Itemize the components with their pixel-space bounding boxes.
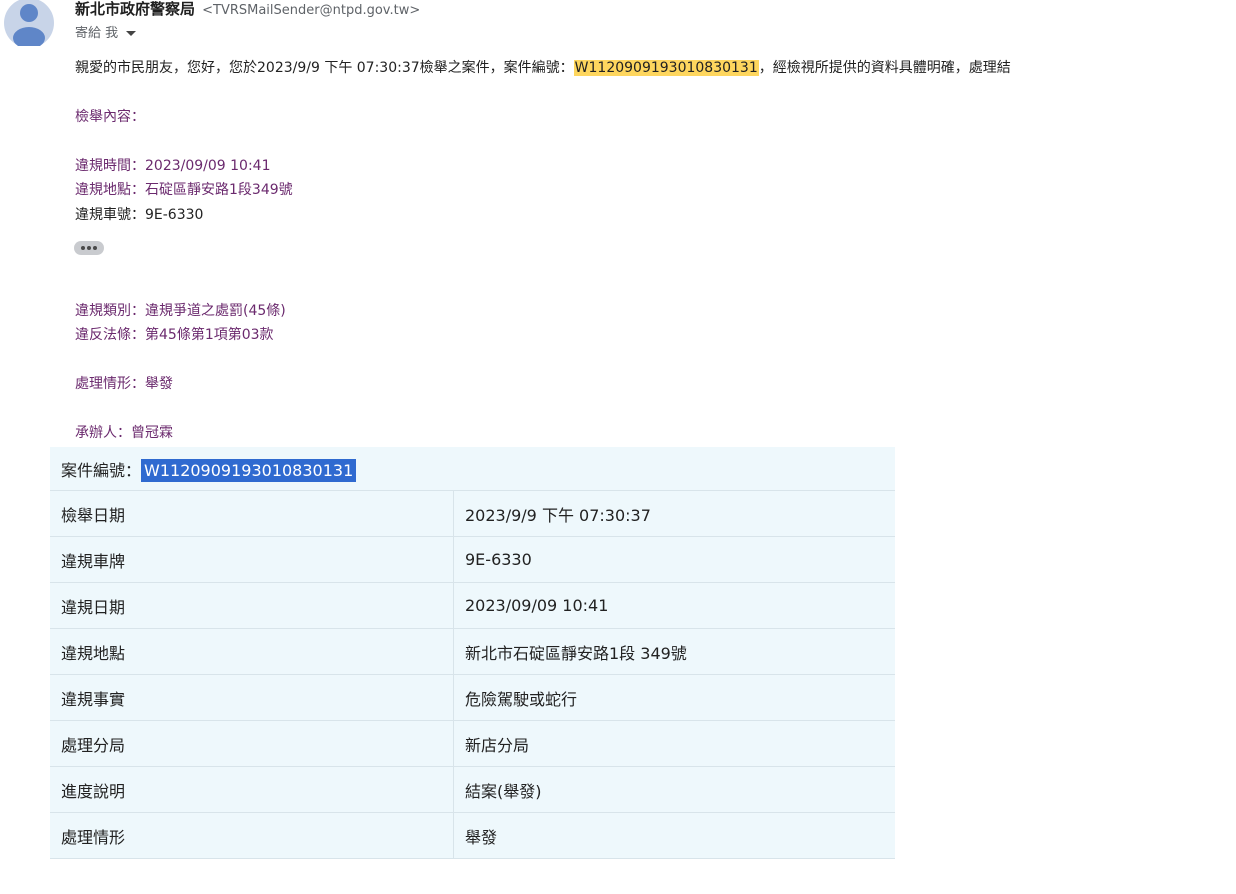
row-label: 違規日期 xyxy=(50,582,454,629)
table-row: 處理分局 新店分局 xyxy=(50,720,895,767)
case-number-label: 案件編號： xyxy=(61,460,142,480)
chevron-down-icon[interactable] xyxy=(126,31,137,36)
table-row: 檢舉日期 2023/9/9 下午 07:30:37 xyxy=(50,490,895,537)
show-trimmed-content-button[interactable] xyxy=(74,241,104,255)
row-label: 違規事實 xyxy=(50,674,454,721)
row-label: 處理情形 xyxy=(50,812,454,859)
sender-avatar-icon[interactable] xyxy=(4,0,54,46)
sender-email: <TVRSMailSender@ntpd.gov.tw> xyxy=(202,3,421,18)
violation-category: 違規類別：違規爭道之處罰(45條) xyxy=(75,303,286,319)
row-value: 9E-6330 xyxy=(453,536,895,583)
case-table: 案件編號： W1120909193010830131 檢舉日期 2023/9/9 … xyxy=(50,447,895,859)
highlighted-case-number: W1120909193010830131 xyxy=(573,60,759,76)
row-value: 危險駕駛或蛇行 xyxy=(453,674,895,721)
recipient-label: 寄給 我 xyxy=(75,26,119,41)
report-heading: 檢舉內容： xyxy=(75,109,145,125)
table-row: 違規車牌 9E-6330 xyxy=(50,536,895,583)
row-value: 2023/9/9 下午 07:30:37 xyxy=(453,490,895,537)
intro-after: ，經檢視所提供的資料具體明確，處理結 xyxy=(758,60,1011,76)
row-value: 2023/09/09 10:41 xyxy=(453,582,895,629)
table-row: 違規地點 新北市石碇區靜安路1段 349號 xyxy=(50,628,895,675)
dot-icon xyxy=(81,246,85,250)
table-row: 處理情形 舉發 xyxy=(50,812,895,859)
case-number-cell: 案件編號： W1120909193010830131 xyxy=(50,447,895,491)
sender-line: 新北市政府警察局 <TVRSMailSender@ntpd.gov.tw> xyxy=(75,0,420,20)
table-row: 違規事實 危險駕駛或蛇行 xyxy=(50,674,895,721)
table-row: 違規日期 2023/09/09 10:41 xyxy=(50,582,895,629)
violated-law: 違反法條：第45條第1項第03款 xyxy=(75,327,274,343)
row-value: 舉發 xyxy=(453,812,895,859)
row-label: 違規地點 xyxy=(50,628,454,675)
row-value: 新店分局 xyxy=(453,720,895,767)
row-value: 結案(舉發) xyxy=(453,766,895,813)
handling-status: 處理情形：舉發 xyxy=(75,376,173,392)
email-view: 新北市政府警察局 <TVRSMailSender@ntpd.gov.tw> 寄給… xyxy=(0,0,1236,894)
dot-icon xyxy=(87,246,91,250)
row-label: 進度說明 xyxy=(50,766,454,813)
row-value: 新北市石碇區靜安路1段 349號 xyxy=(453,628,895,675)
row-label: 處理分局 xyxy=(50,720,454,767)
table-row: 進度說明 結案(舉發) xyxy=(50,766,895,813)
violation-time: 違規時間：2023/09/09 10:41 xyxy=(75,158,271,174)
violation-place: 違規地點：石碇區靜安路1段349號 xyxy=(75,182,293,198)
sender-name[interactable]: 新北市政府警察局 xyxy=(75,0,195,18)
handler: 承辦人：曾冠霖 xyxy=(75,425,173,441)
row-label: 檢舉日期 xyxy=(50,490,454,537)
recipient-line[interactable]: 寄給 我 xyxy=(75,25,137,43)
row-label: 違規車牌 xyxy=(50,536,454,583)
selected-case-number: W1120909193010830131 xyxy=(141,458,357,482)
intro-before: 親愛的市民朋友，您好，您於2023/9/9 下午 07:30:37檢舉之案件，案… xyxy=(75,60,574,76)
intro-paragraph: 親愛的市民朋友，您好，您於2023/9/9 下午 07:30:37檢舉之案件，案… xyxy=(75,58,1107,78)
violation-plate: 違規車號：9E-6330 xyxy=(75,207,204,223)
case-number-row: 案件編號： W1120909193010830131 xyxy=(50,447,895,491)
dot-icon xyxy=(93,246,97,250)
